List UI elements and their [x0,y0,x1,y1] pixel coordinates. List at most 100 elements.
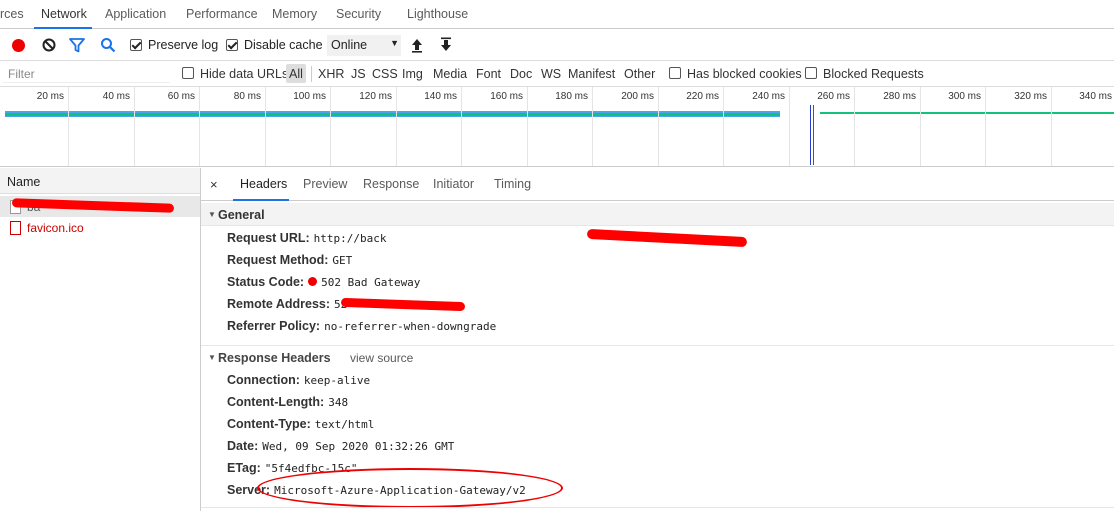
has-blocked-cookies-label: Has blocked cookies [687,67,802,81]
request-row[interactable]: favicon.ico [0,217,200,238]
header-value: keep-alive [303,374,371,387]
tick-label: 200 ms [621,91,654,102]
type-filter-ws[interactable]: WS [541,67,561,81]
header-row-server: Server: Microsoft-Azure-Application-Gatew… [227,483,526,501]
tab-preview[interactable]: Preview [303,177,347,191]
header-value: 502 Bad Gateway [321,276,421,289]
tab-memory[interactable]: Memory [272,7,317,21]
header-row-remote-address: Remote Address:52 [227,297,347,315]
grid-line [461,87,462,166]
request-details: × Headers Preview Response Initiator Tim… [201,168,1114,511]
grid-line [658,87,659,166]
header-key: Content-Length: [227,395,325,409]
active-tab-indicator [233,199,289,201]
tick-label: 260 ms [817,91,850,102]
export-har-icon[interactable] [439,37,453,53]
grid-line [789,87,790,166]
tick-label: 340 ms [1079,91,1112,102]
dom-content-loaded-marker [810,105,811,165]
grid-line [1051,87,1052,166]
tab-sources[interactable]: rces [0,7,24,21]
name-column-label: Name [7,175,41,189]
header-value: "5f4edfbc-15c" [264,462,358,475]
throttling-select[interactable]: Online ▼ [327,35,401,56]
header-row-etag: ETag: "5f4edfbc-15c" [227,461,358,479]
divider [201,507,1114,508]
tick-label: 220 ms [686,91,719,102]
grid-line [592,87,593,166]
caret-down-icon: ▼ [208,210,216,219]
caret-down-icon: ▼ [208,353,216,362]
tab-timing[interactable]: Timing [494,177,531,191]
name-column-header[interactable]: Name [0,168,200,194]
type-filter-manifest[interactable]: Manifest [568,67,615,81]
general-section-header[interactable]: ▼ General [201,203,1114,226]
header-row-request-method: Request Method: GET [227,253,352,271]
request-row[interactable]: ba [0,196,200,217]
tab-application[interactable]: Application [105,7,166,21]
type-filter-other[interactable]: Other [624,67,655,81]
type-filter-media[interactable]: Media [433,67,467,81]
import-har-icon[interactable] [410,37,424,53]
type-filter-doc[interactable]: Doc [510,67,532,81]
devtools-tab-bar: rces Network Application Performance Mem… [0,0,1114,29]
preserve-log-checkbox[interactable] [130,39,142,51]
record-icon[interactable] [12,39,25,52]
header-value: Microsoft-Azure-Application-Gateway/v2 [274,484,526,497]
tab-network[interactable]: Network [41,7,87,21]
close-icon[interactable]: × [210,177,218,192]
type-filter-js[interactable]: JS [351,67,366,81]
tick-label: 20 ms [36,91,64,102]
hide-data-urls-label: Hide data URLs [200,67,289,81]
has-blocked-cookies-checkbox[interactable] [669,67,681,79]
tick-label: 80 ms [233,91,261,102]
load-marker [813,105,814,165]
type-filter-xhr[interactable]: XHR [318,67,344,81]
type-filter-img[interactable]: Img [402,67,423,81]
tick-label: 280 ms [883,91,916,102]
clear-icon[interactable] [42,38,56,52]
document-icon [10,221,21,235]
grid-line [265,87,266,166]
response-headers-title: Response Headers [218,351,331,365]
grid-line [330,87,331,166]
timeline-overview[interactable]: 20 ms 40 ms 60 ms 80 ms 100 ms 120 ms 140 ms 16… [0,87,1114,167]
tab-response[interactable]: Response [363,177,419,191]
header-key: Referrer Policy: [227,319,321,333]
divider [311,66,312,82]
header-key: Date: [227,439,259,453]
request-list: Name ba favicon.ico [0,168,201,511]
grid-line [396,87,397,166]
tick-label: 120 ms [359,91,392,102]
type-filter-css[interactable]: CSS [372,67,398,81]
disable-cache-checkbox[interactable] [226,39,238,51]
filter-input[interactable] [3,65,170,83]
grid-line [920,87,921,166]
redaction-mark [586,228,748,248]
tab-initiator[interactable]: Initiator [433,177,474,191]
details-tab-bar: × Headers Preview Response Initiator Tim… [201,168,1114,201]
filter-icon[interactable] [69,38,85,53]
response-headers-section-header[interactable]: ▼ Response Headers view source [201,345,1114,368]
grid-line [854,87,855,166]
tab-performance[interactable]: Performance [186,7,258,21]
status-error-icon [308,277,318,286]
tab-security[interactable]: Security [336,7,381,21]
tab-lighthouse[interactable]: Lighthouse [407,7,468,21]
tick-label: 40 ms [102,91,130,102]
general-section-title: General [218,208,265,222]
hide-data-urls-checkbox[interactable] [182,67,194,79]
grid-line [527,87,528,166]
tick-label: 140 ms [424,91,457,102]
type-filter-all[interactable]: All [289,67,303,81]
header-row-content-length: Content-Length: 348 [227,395,348,413]
view-source-link[interactable]: view source [350,351,413,365]
header-key: Server: [227,483,271,497]
type-filter-font[interactable]: Font [476,67,501,81]
header-value: text/html [314,418,375,431]
throttling-value: Online [331,38,368,52]
header-row-date: Date: Wed, 09 Sep 2020 01:32:26 GMT [227,439,454,457]
tab-headers[interactable]: Headers [240,177,287,191]
search-icon[interactable] [100,37,116,53]
blocked-requests-checkbox[interactable] [805,67,817,79]
